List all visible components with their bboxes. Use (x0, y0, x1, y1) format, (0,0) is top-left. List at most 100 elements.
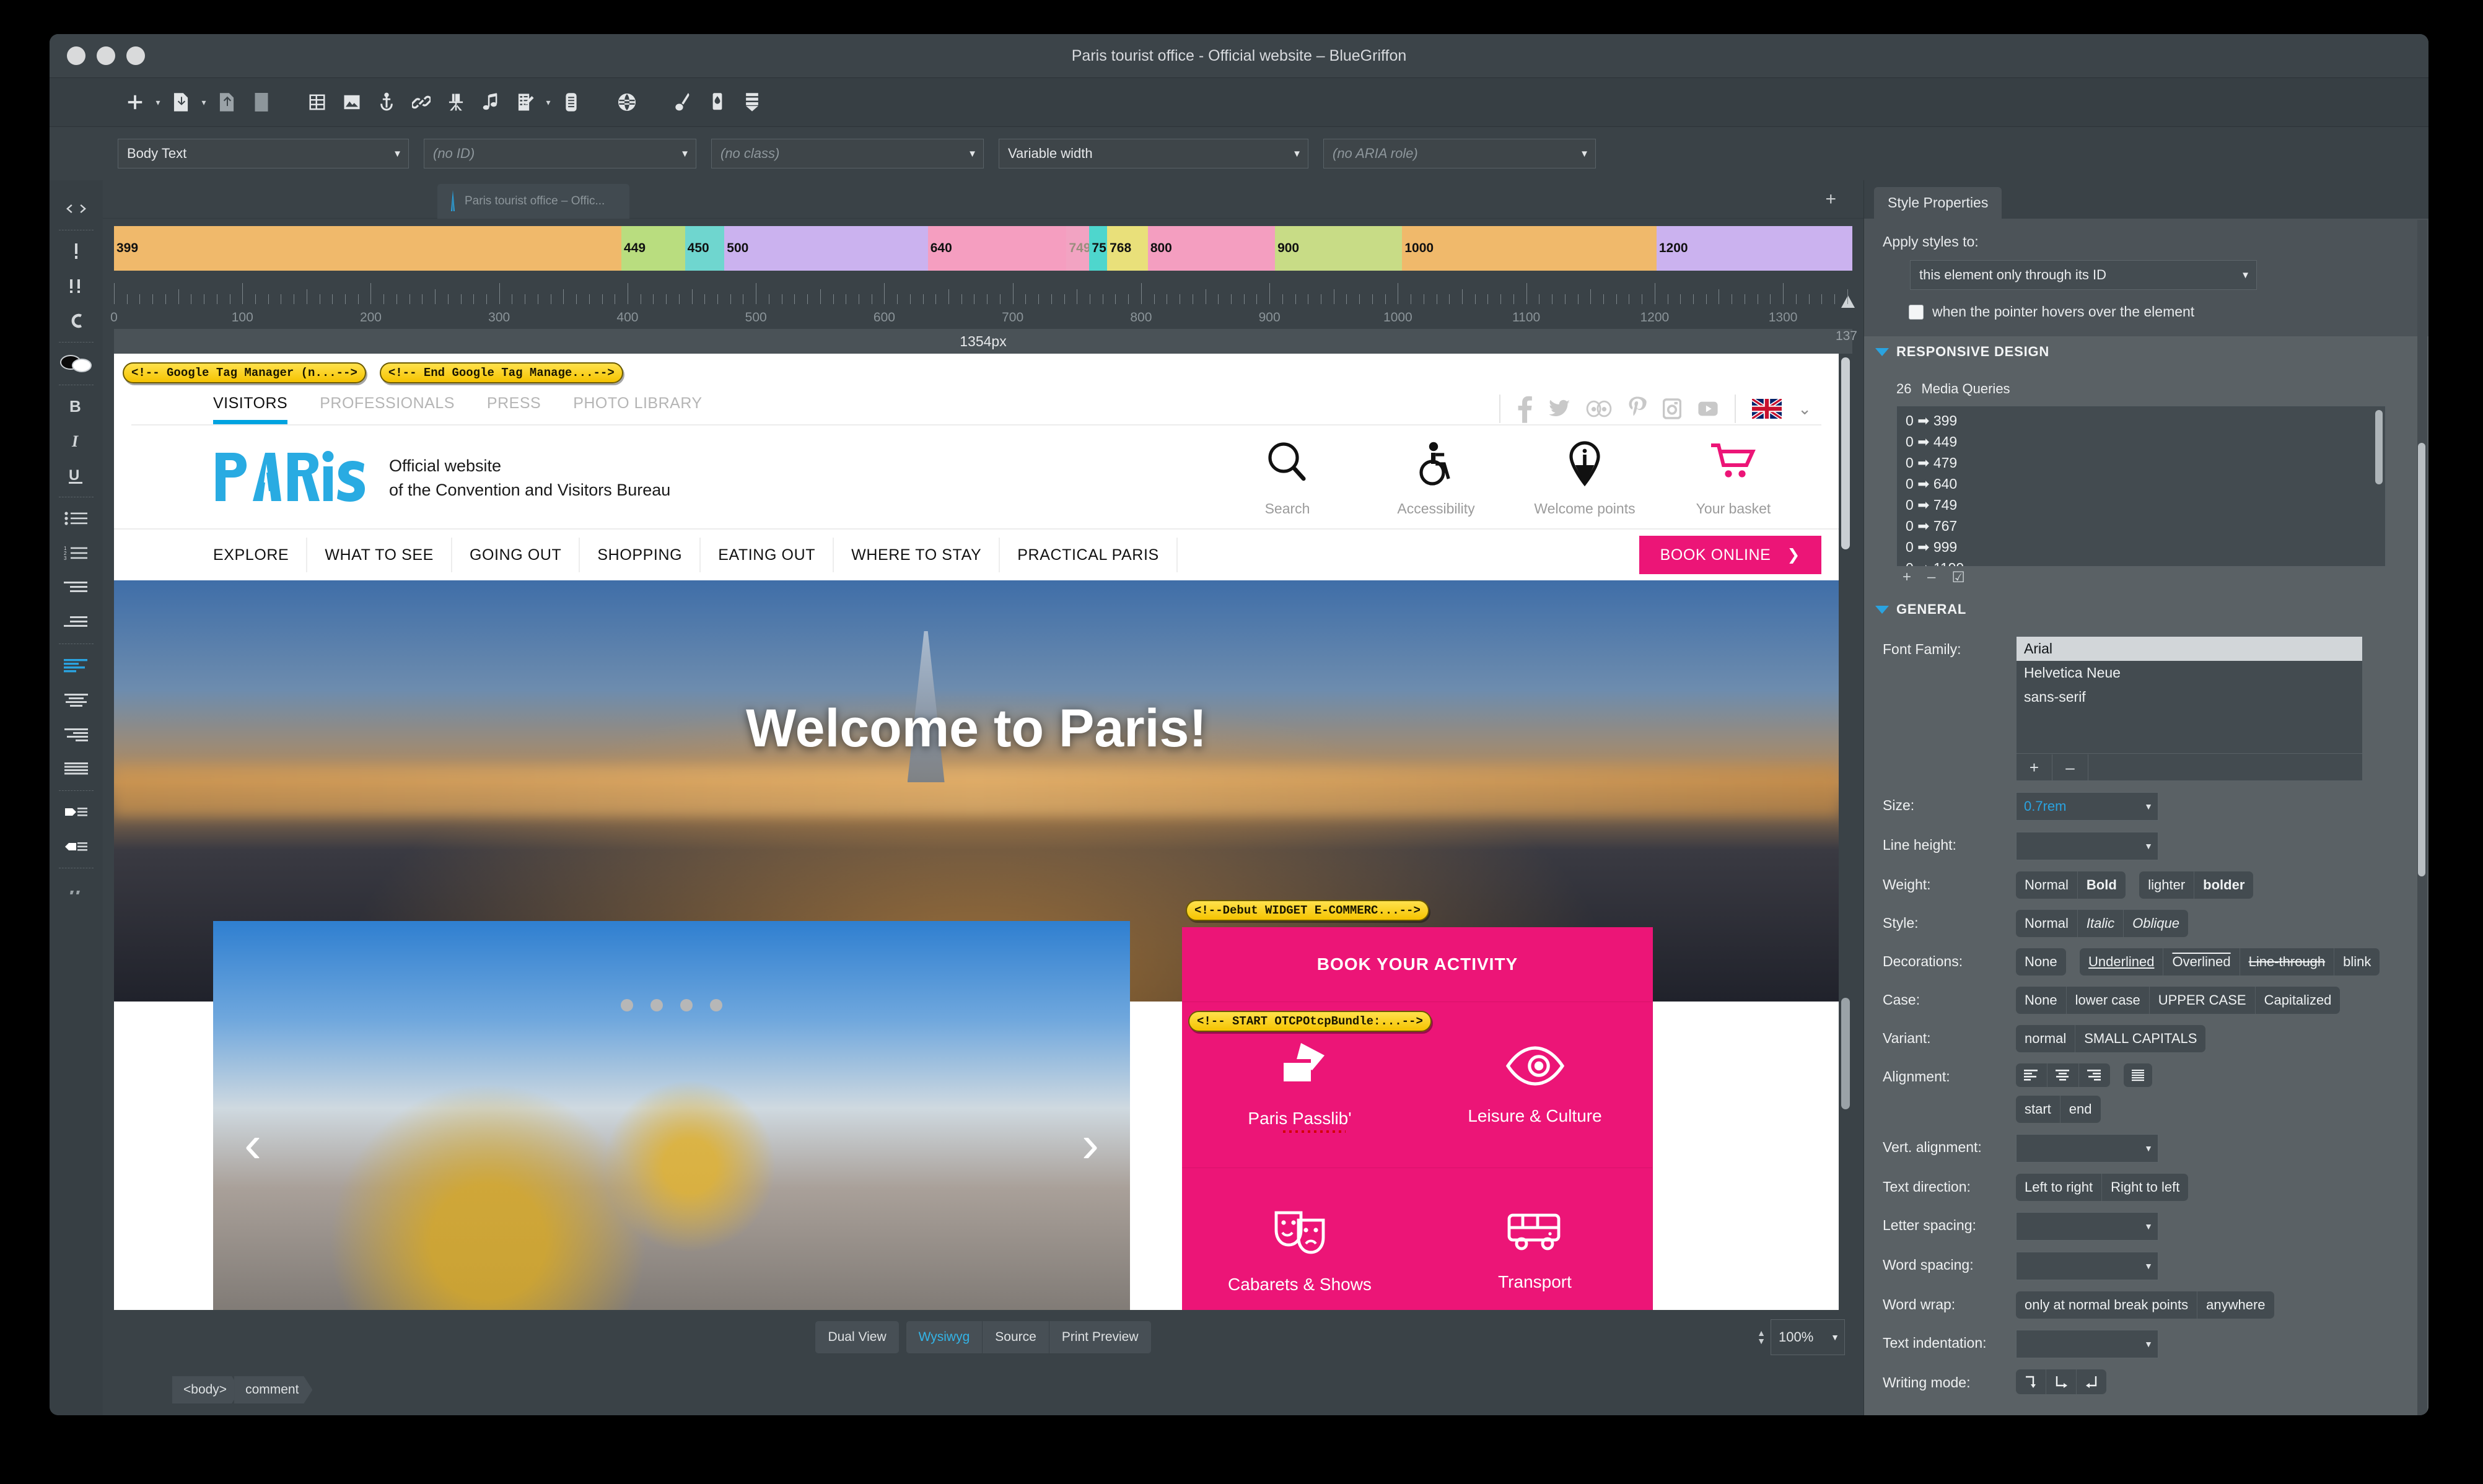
decoration-underlined-button[interactable]: Underlined (2080, 948, 2164, 976)
text-direction-segment[interactable]: Left to right Right to left (2016, 1174, 2189, 1201)
scrollbar-thumb[interactable] (2418, 443, 2425, 876)
panel-scrollbar[interactable] (2417, 220, 2427, 1415)
font-family-item[interactable]: sans-serif (2017, 685, 2362, 709)
list-doc-icon[interactable] (554, 85, 589, 120)
table-icon[interactable] (300, 85, 335, 120)
video-icon[interactable] (439, 85, 473, 120)
media-query-marker[interactable]: 1000 (1402, 226, 1655, 271)
case-lower-button[interactable]: lower case (2067, 987, 2150, 1014)
remove-media-query-button[interactable]: – (1927, 569, 1935, 586)
media-query-marker[interactable]: 1200 (1656, 226, 1852, 271)
media-query-item[interactable]: 0 ➡ 479 (1906, 452, 2385, 473)
font-family-item[interactable]: Arial (2017, 637, 2362, 661)
add-font-button[interactable]: + (2017, 754, 2052, 780)
nav-what-to-see[interactable]: WHAT TO SEE (307, 538, 452, 572)
media-query-marker[interactable]: 900 (1275, 226, 1403, 271)
carousel-dots[interactable] (213, 999, 1130, 1011)
form-edit-icon[interactable] (508, 85, 543, 120)
carousel-prev-button[interactable]: ‹ (244, 1118, 261, 1170)
case-none-button[interactable]: None (2016, 987, 2067, 1014)
ink-drop-icon[interactable] (700, 85, 735, 120)
music-note-icon[interactable] (473, 85, 508, 120)
view-mode-print-preview[interactable]: Print Preview (1049, 1321, 1151, 1353)
carousel-dot[interactable] (650, 999, 663, 1011)
topnav-visitors[interactable]: VISITORS (213, 395, 288, 424)
weight-normal-button[interactable]: Normal (2016, 871, 2078, 899)
media-query-marker[interactable]: 75 (1089, 226, 1108, 271)
view-mode-source[interactable]: Source (983, 1321, 1049, 1353)
viewport-scrollbar[interactable] (1839, 354, 1852, 1310)
style-segment[interactable]: Normal Italic Oblique (2016, 910, 2188, 937)
aria-role-dropdown[interactable]: (no ARIA role) ▼ (1323, 139, 1596, 168)
stop-square-icon[interactable] (244, 85, 279, 120)
nav-where-to-stay[interactable]: WHERE TO STAY (834, 538, 1001, 572)
html-comment-badge[interactable]: <!-- START OTCPOtcpBundle:...--> (1188, 1011, 1432, 1032)
new-tab-button[interactable]: + (1825, 190, 1836, 209)
view-mode-dual[interactable]: Dual View (815, 1321, 899, 1353)
link-icon[interactable] (404, 85, 439, 120)
add-media-query-button[interactable]: + (1903, 569, 1911, 586)
hover-checkbox-row[interactable]: when the pointer hovers over the element (1909, 303, 2410, 320)
brush-icon[interactable] (665, 85, 700, 120)
plus-icon[interactable] (118, 85, 152, 120)
align-left-icon[interactable] (58, 648, 94, 683)
width-dropdown[interactable]: Variable width ▼ (999, 139, 1308, 168)
responsive-design-header[interactable]: RESPONSIVE DESIGN (1864, 336, 2428, 367)
indent-icon[interactable] (58, 605, 94, 640)
document-up-icon[interactable] (209, 85, 244, 120)
float-right-icon[interactable] (58, 829, 94, 864)
view-mode-wysiwyg[interactable]: Wysiwyg (906, 1321, 983, 1353)
zoom-dropdown[interactable]: 100% ▼ (1771, 1319, 1845, 1355)
html-comment-badge[interactable]: <!-- End Google Tag Manage...--> (379, 362, 623, 383)
float-left-icon[interactable] (58, 795, 94, 829)
two-circles-color-icon[interactable] (58, 346, 94, 381)
media-query-marker[interactable]: 449 (621, 226, 685, 271)
scrollbar-thumb[interactable] (1841, 357, 1850, 549)
letter-c-icon[interactable] (58, 303, 94, 338)
media-query-marker[interactable]: 800 (1147, 226, 1276, 271)
tab-style-properties[interactable]: Style Properties (1874, 187, 2002, 219)
exclamation-icon[interactable] (58, 234, 94, 269)
decorations-none-segment[interactable]: None (2016, 948, 2066, 976)
quotes-icon[interactable] (58, 872, 94, 907)
hover-checkbox[interactable] (1909, 304, 1924, 320)
media-query-item[interactable]: 0 ➡ 749 (1906, 494, 2385, 515)
align-justify-icon[interactable] (2124, 1063, 2152, 1087)
media-query-item[interactable]: 0 ➡ 449 (1906, 431, 2385, 452)
size-dropdown[interactable]: 0.7rem ▼ (2016, 792, 2158, 821)
alignment-justify-segment[interactable] (2124, 1063, 2153, 1087)
case-capitalized-button[interactable]: Capitalized (2256, 987, 2341, 1014)
align-justify-icon[interactable] (58, 752, 94, 787)
line-height-dropdown[interactable]: ▼ (2016, 832, 2158, 860)
carousel-next-button[interactable]: › (1082, 1118, 1099, 1170)
decoration-line-through-button[interactable]: Line-through (2240, 948, 2335, 976)
media-query-marker[interactable]: 749 (1066, 226, 1091, 271)
writing-mode-segment[interactable] (2016, 1369, 2106, 1394)
alignment-icon-segment[interactable] (2016, 1063, 2110, 1087)
font-family-list[interactable]: Arial Helvetica Neue sans-serif (2016, 636, 2363, 754)
word-wrap-anywhere-button[interactable]: anywhere (2197, 1291, 2274, 1319)
media-query-item[interactable]: 0 ➡ 399 (1906, 410, 2385, 431)
media-query-marker[interactable]: 768 (1107, 226, 1148, 271)
decoration-none-button[interactable]: None (2016, 948, 2066, 976)
text-direction-ltr-button[interactable]: Left to right (2016, 1174, 2103, 1201)
variant-normal-button[interactable]: normal (2016, 1025, 2076, 1052)
chevron-down-icon[interactable]: ▾ (198, 97, 209, 108)
bullet-list-icon[interactable] (58, 501, 94, 536)
html-comment-badge[interactable]: <!--Debut WIDGET E-COMMERC...--> (1186, 900, 1429, 921)
general-header[interactable]: GENERAL (1864, 594, 2428, 625)
style-italic-button[interactable]: Italic (2078, 910, 2124, 937)
media-query-band[interactable]: 3994494505006407497576880090010001199120… (114, 226, 1852, 271)
word-wrap-segment[interactable]: only at normal break points anywhere (2016, 1291, 2274, 1319)
media-query-item[interactable]: 0 ➡ 1199 (1906, 557, 2385, 566)
style-normal-button[interactable]: Normal (2016, 910, 2078, 937)
align-left-icon[interactable] (2016, 1063, 2047, 1087)
nav-shopping[interactable]: SHOPPING (580, 538, 701, 572)
underline-icon[interactable]: U (58, 458, 94, 493)
carousel-dot[interactable] (621, 999, 633, 1011)
font-family-item[interactable]: Helvetica Neue (2017, 661, 2362, 685)
widget-cell-transport[interactable]: Transport (1417, 1168, 1653, 1310)
align-right-icon[interactable] (2079, 1063, 2110, 1087)
vert-alignment-dropdown[interactable]: ▼ (2016, 1134, 2158, 1163)
nav-explore[interactable]: EXPLORE (213, 538, 308, 572)
